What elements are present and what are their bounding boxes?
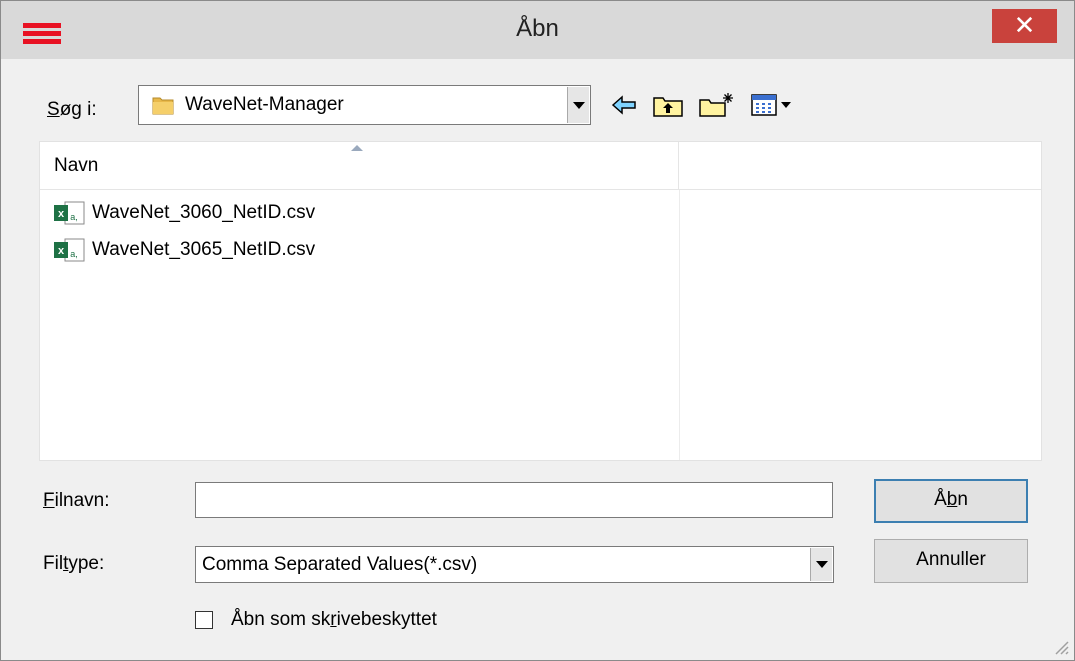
column-header-label: Navn	[54, 155, 99, 176]
look-in-dropdown[interactable]: WaveNet-Manager	[138, 85, 591, 125]
file-list-item[interactable]: x a, WaveNet_3060_NetID.csv	[52, 198, 315, 228]
excel-csv-file-icon: x a,	[54, 238, 85, 262]
svg-text:x: x	[58, 208, 65, 220]
svg-text:x: x	[58, 245, 65, 257]
svg-text:a,: a,	[70, 212, 78, 222]
filename-label: Filnavn:	[43, 490, 110, 511]
open-dialog: Åbn ✕ Søg i: WaveNet-Manager Navn x a, W…	[0, 0, 1075, 661]
cancel-button[interactable]: Annuller	[874, 539, 1028, 583]
svg-text:a,: a,	[70, 249, 78, 259]
view-menu-icon[interactable]	[749, 91, 793, 119]
file-name: WaveNet_3065_NetID.csv	[92, 239, 316, 260]
file-list[interactable]: Navn x a, WaveNet_3060_NetID.csv x a, Wa…	[39, 141, 1042, 461]
close-button[interactable]: ✕	[992, 9, 1057, 43]
readonly-label[interactable]: Åbn som skrivebeskyttet	[231, 609, 437, 631]
folder-icon	[152, 97, 174, 115]
sort-ascending-icon	[351, 145, 363, 151]
column-divider	[679, 190, 680, 460]
resize-grip-icon[interactable]	[1050, 636, 1070, 656]
file-name: WaveNet_3060_NetID.csv	[92, 202, 316, 223]
look-in-label: Søg i:	[47, 99, 97, 120]
readonly-checkbox[interactable]	[195, 611, 213, 629]
excel-csv-file-icon: x a,	[54, 201, 85, 225]
open-button[interactable]: Åbn	[874, 479, 1028, 523]
filetype-dropdown-arrow[interactable]	[810, 548, 832, 581]
filetype-label: Filtype:	[43, 553, 105, 574]
title-bar[interactable]: Åbn ✕	[1, 1, 1074, 59]
look-in-value: WaveNet-Manager	[185, 94, 344, 115]
look-in-dropdown-arrow[interactable]	[567, 87, 589, 123]
column-header: Navn	[40, 142, 1041, 190]
filetype-value: Comma Separated Values(*.csv)	[202, 554, 478, 575]
filename-input[interactable]	[195, 482, 833, 518]
back-arrow-icon[interactable]	[609, 91, 639, 119]
chevron-down-icon	[572, 101, 585, 109]
column-header-name[interactable]: Navn	[40, 142, 679, 189]
chevron-down-icon	[815, 561, 828, 568]
filetype-dropdown[interactable]: Comma Separated Values(*.csv)	[195, 546, 834, 583]
file-list-item[interactable]: x a, WaveNet_3065_NetID.csv	[52, 235, 315, 265]
up-folder-icon[interactable]	[651, 91, 685, 119]
new-folder-icon[interactable]	[697, 91, 737, 119]
window-title: Åbn	[516, 15, 559, 42]
